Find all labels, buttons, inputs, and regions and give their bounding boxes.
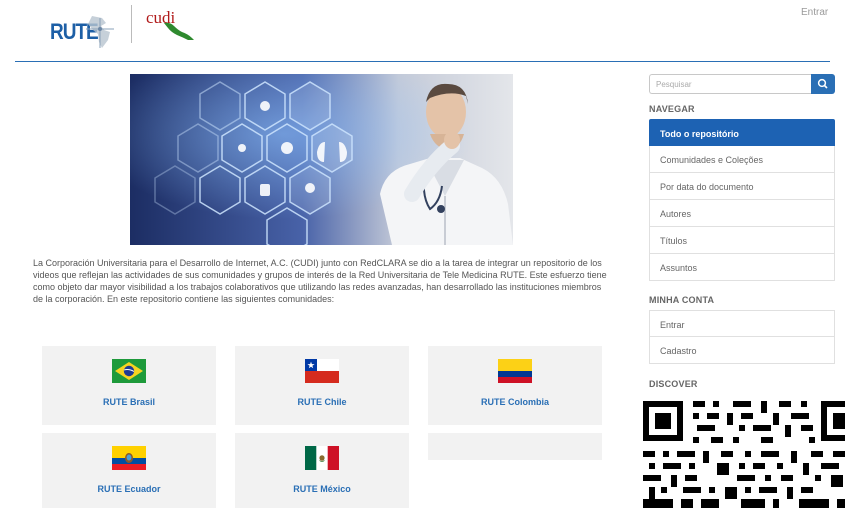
community-card-ecuador[interactable]: RUTE Ecuador bbox=[42, 433, 216, 508]
community-name[interactable]: RUTE Chile bbox=[235, 397, 409, 407]
chile-flag-icon bbox=[305, 359, 339, 383]
nav-item-comunidades[interactable]: Comunidades e Coleções bbox=[649, 146, 835, 173]
nav-item-todo-repositorio[interactable]: Todo o repositório bbox=[649, 119, 835, 146]
nav-item-autores[interactable]: Autores bbox=[649, 200, 835, 227]
qr-code-image bbox=[641, 399, 845, 508]
minha-conta-heading: MINHA CONTA bbox=[649, 295, 715, 305]
community-card-colombia[interactable]: RUTE Colombia bbox=[428, 346, 602, 425]
community-card-empty bbox=[428, 433, 602, 460]
community-name[interactable]: RUTE Ecuador bbox=[42, 484, 216, 494]
discover-heading: DISCOVER bbox=[649, 379, 698, 389]
hero-image bbox=[130, 74, 513, 245]
search-input[interactable]: Pesquisar bbox=[649, 74, 811, 94]
login-link[interactable]: Entrar bbox=[801, 7, 828, 18]
nav-item-por-data[interactable]: Por data do documento bbox=[649, 173, 835, 200]
nav-item-assuntos[interactable]: Assuntos bbox=[649, 254, 835, 281]
navegar-heading: NAVEGAR bbox=[649, 104, 695, 114]
community-name[interactable]: RUTE Colombia bbox=[428, 397, 602, 407]
header-divider bbox=[15, 61, 830, 62]
community-card-chile[interactable]: RUTE Chile bbox=[235, 346, 409, 425]
account-item-entrar[interactable]: Entrar bbox=[649, 310, 835, 337]
colombia-flag-icon bbox=[498, 359, 532, 383]
search-icon bbox=[817, 78, 828, 89]
mexico-flag-icon bbox=[305, 446, 339, 470]
search-button[interactable] bbox=[811, 74, 835, 94]
americas-map-icon bbox=[86, 16, 114, 48]
rute-logo[interactable]: RUTE bbox=[36, 10, 116, 54]
site-header: RUTE cudi Entrar bbox=[0, 0, 845, 62]
intro-paragraph: La Corporación Universitaria para el Des… bbox=[33, 258, 607, 304]
logo-divider bbox=[131, 5, 132, 43]
community-name[interactable]: RUTE México bbox=[235, 484, 409, 494]
nav-item-titulos[interactable]: Títulos bbox=[649, 227, 835, 254]
ecuador-flag-icon bbox=[112, 446, 146, 470]
community-card-mexico[interactable]: RUTE México bbox=[235, 433, 409, 508]
community-name[interactable]: RUTE Brasil bbox=[42, 397, 216, 407]
brazil-flag-icon bbox=[112, 359, 146, 383]
cudi-logo[interactable]: cudi bbox=[142, 8, 196, 40]
community-card-brasil[interactable]: RUTE Brasil bbox=[42, 346, 216, 425]
mexico-map-icon bbox=[164, 22, 194, 40]
account-item-cadastro[interactable]: Cadastro bbox=[649, 337, 835, 364]
